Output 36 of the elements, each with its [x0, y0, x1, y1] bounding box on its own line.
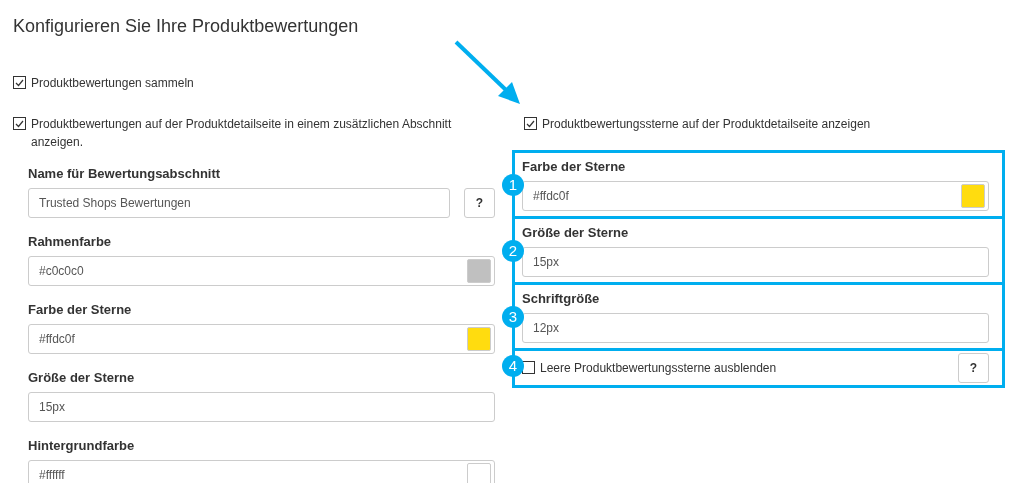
checkbox[interactable] [522, 361, 535, 374]
help-button[interactable]: ? [464, 188, 495, 218]
step-badge: 4 [502, 355, 524, 377]
field-label: Größe der Sterne [522, 225, 630, 241]
text-field[interactable]: 15px [522, 247, 989, 277]
field-label: Schriftgröße [522, 291, 601, 307]
checkbox-label: Produktbewertungen auf der Produktdetailseite in einem zusätzlichen Abschnitt anzeigen. [31, 116, 453, 151]
color-swatch[interactable] [467, 327, 491, 351]
step-badge: 2 [502, 240, 524, 262]
color-swatch[interactable] [467, 259, 491, 283]
field-label: Farbe der Sterne [522, 159, 627, 175]
color-field[interactable]: #ffdc0f [522, 181, 989, 211]
field-label: Größe der Sterne [28, 370, 136, 386]
checkbox-label: Produktbewertungssterne auf der Produktdetailseite anzeigen [542, 116, 871, 133]
color-field[interactable]: #c0c0c0 [28, 256, 495, 286]
checkbox[interactable] [13, 117, 26, 130]
text-field[interactable]: Trusted Shops Bewertungen [28, 188, 450, 218]
step-badge: 1 [502, 174, 524, 196]
checkbox[interactable] [13, 76, 26, 89]
text-field[interactable]: 12px [522, 313, 989, 343]
checkbox-label: Leere Produktbewertungssterne ausblenden [540, 360, 777, 377]
arrow [454, 40, 522, 106]
help-button[interactable]: ? [958, 353, 989, 383]
step-badge: 3 [502, 306, 524, 328]
checkbox[interactable] [524, 117, 537, 130]
color-field[interactable]: #ffffff [28, 460, 495, 483]
color-swatch[interactable] [467, 463, 491, 483]
color-field[interactable]: #ffdc0f [28, 324, 495, 354]
page-title: Konfigurieren Sie Ihre Produktbewertungen [13, 15, 360, 38]
field-label: Name für Bewertungsabschnitt [28, 166, 222, 182]
checkbox-label: Produktbewertungen sammeln [31, 75, 194, 92]
field-label: Hintergrundfarbe [28, 438, 136, 454]
field-label: Farbe der Sterne [28, 302, 133, 318]
text-field[interactable]: 15px [28, 392, 495, 422]
field-label: Rahmenfarbe [28, 234, 113, 250]
color-swatch[interactable] [961, 184, 985, 208]
